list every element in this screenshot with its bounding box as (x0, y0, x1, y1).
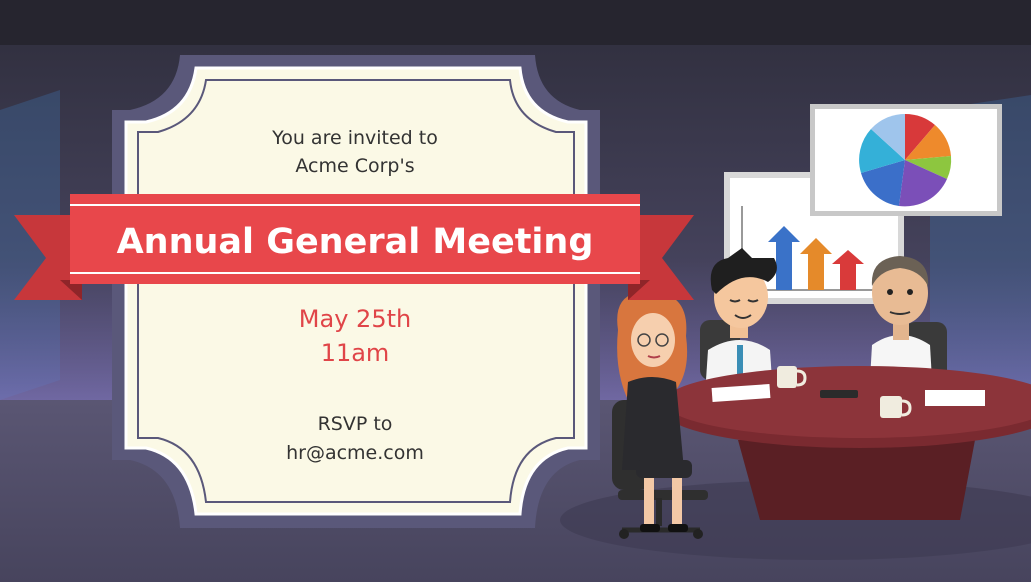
intro-line-invited: You are invited to (272, 127, 438, 149)
invitation-intro: You are invited to Acme Corp's (0, 124, 710, 180)
rsvp-label: RSVP to (317, 413, 393, 435)
intro-line-company: Acme Corp's (295, 155, 415, 177)
event-title: Annual General Meeting (116, 222, 594, 262)
event-date: May 25th (298, 305, 412, 333)
event-date-time: May 25th 11am (0, 302, 710, 370)
rsvp-info: RSVP to hr@acme.com (0, 410, 710, 468)
meeting-scene-illustration (0, 0, 1031, 582)
rsvp-email: hr@acme.com (286, 442, 424, 464)
event-time: 11am (320, 339, 390, 367)
pie-chart-board (810, 104, 1002, 216)
